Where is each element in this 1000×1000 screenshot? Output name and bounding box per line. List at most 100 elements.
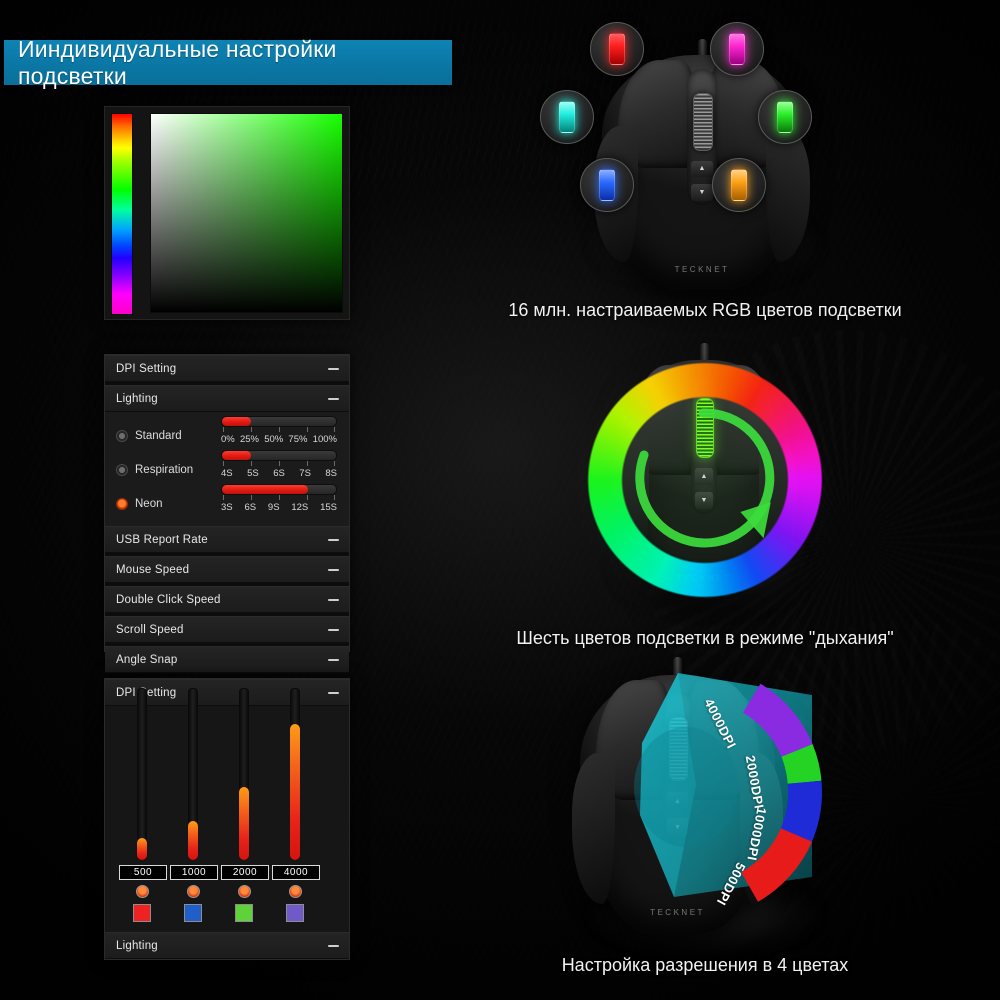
mode-label-standard: Standard xyxy=(135,430,182,442)
radio-respiration[interactable] xyxy=(116,464,128,476)
settings-row-dpi-setting[interactable]: DPI Setting xyxy=(105,355,349,382)
row-label: DPI Setting xyxy=(116,362,177,375)
dpi-fill xyxy=(290,724,300,860)
dpi-arc xyxy=(741,683,823,902)
mode-label-respiration: Respiration xyxy=(135,464,194,476)
dpi-indicator-dot[interactable] xyxy=(135,885,149,898)
showcase-breathing: ▲ ▼ TECKNET xyxy=(470,330,940,630)
minus-icon[interactable] xyxy=(328,598,339,601)
dpi-color-swatch-2000[interactable] xyxy=(235,904,253,922)
led-bubble-magenta xyxy=(710,22,764,76)
dpi-value-500[interactable]: 500 xyxy=(119,865,167,880)
row-label: Mouse Speed xyxy=(116,563,190,576)
scale-tick: 25% xyxy=(239,434,259,445)
minus-icon[interactable] xyxy=(328,367,339,370)
mouse-scroll-wheel xyxy=(693,92,713,151)
minus-icon[interactable] xyxy=(328,658,339,661)
refresh-arrow-icon xyxy=(635,408,775,548)
dpi-column-1000: 1000 xyxy=(170,688,218,922)
settings-window: DPI Setting Lighting Standard 0% 25% 50% xyxy=(104,354,350,673)
dpi-window-footer-lighting[interactable]: Lighting xyxy=(105,932,349,959)
mode-row-respiration[interactable]: Respiration 4S 5S 6S 7S 8S xyxy=(105,450,349,484)
dpi-indicator-dot[interactable] xyxy=(186,885,200,898)
row-label: Angle Snap xyxy=(116,653,178,666)
settings-row-mouse-speed[interactable]: Mouse Speed xyxy=(105,556,349,583)
led-blue xyxy=(599,169,615,201)
dpi-color-swatch-500[interactable] xyxy=(133,904,151,922)
led-green xyxy=(777,101,793,133)
scale-tick: 75% xyxy=(288,434,308,445)
mouse-dpi-up-button: ▲ xyxy=(691,160,713,178)
settings-row-scroll-speed[interactable]: Scroll Speed xyxy=(105,616,349,643)
led-bubble-cyan xyxy=(540,90,594,144)
slider-fill xyxy=(222,485,308,494)
showcase-rgb-colors: ▲ ▼ TECKNET xyxy=(470,0,940,300)
scale-tick: 100% xyxy=(312,434,337,445)
row-label: USB Report Rate xyxy=(116,533,208,546)
scale-tick: 15S xyxy=(320,502,337,513)
minus-icon[interactable] xyxy=(328,691,339,694)
slider-standard[interactable] xyxy=(221,416,337,427)
scale-tick: 50% xyxy=(264,434,284,445)
lighting-section-body: Standard 0% 25% 50% 75% 100% Respiration… xyxy=(105,412,349,526)
led-bubble-red xyxy=(590,22,644,76)
minus-icon[interactable] xyxy=(328,397,339,400)
dpi-color-swatch-4000[interactable] xyxy=(286,904,304,922)
scale-tick: 12S xyxy=(291,502,309,513)
radio-neon[interactable] xyxy=(116,498,128,510)
slider-fill xyxy=(222,417,251,426)
led-cyan xyxy=(559,101,575,133)
dpi-slider-area: 500 1000 2000 4000 xyxy=(105,688,349,922)
settings-row-angle-snap[interactable]: Angle Snap xyxy=(105,646,349,673)
slider-scale-standard: 0% 25% 50% 75% 100% xyxy=(221,434,337,445)
caption-dpi: Настройка разрешения в 4 цветах xyxy=(561,955,849,975)
dpi-color-swatch-1000[interactable] xyxy=(184,904,202,922)
led-bubble-green xyxy=(758,90,812,144)
dpi-value-1000[interactable]: 1000 xyxy=(170,865,218,880)
led-red xyxy=(609,33,625,65)
settings-row-usb-report-rate[interactable]: USB Report Rate xyxy=(105,526,349,553)
scale-tick: 6S xyxy=(244,502,257,513)
slider-respiration[interactable] xyxy=(221,450,337,461)
scale-tick: 0% xyxy=(221,434,235,445)
dpi-track[interactable] xyxy=(239,688,249,860)
scale-tick: 4S xyxy=(221,468,233,479)
mode-row-standard[interactable]: Standard 0% 25% 50% 75% 100% xyxy=(105,416,349,450)
saturation-value-field[interactable] xyxy=(150,113,343,313)
page-title: Ииндивидуальные настройки подсветки xyxy=(18,35,337,89)
minus-icon[interactable] xyxy=(328,944,339,947)
slider-neon[interactable] xyxy=(221,484,337,495)
slider-scale-respiration: 4S 5S 6S 7S 8S xyxy=(221,468,337,479)
dpi-fill xyxy=(188,820,198,860)
scale-tick: 9S xyxy=(267,502,280,513)
row-label: Double Click Speed xyxy=(116,593,221,606)
dpi-track[interactable] xyxy=(188,688,198,860)
settings-row-double-click-speed[interactable]: Double Click Speed xyxy=(105,586,349,613)
settings-row-lighting[interactable]: Lighting xyxy=(105,385,349,412)
dpi-indicator-dot[interactable] xyxy=(288,885,302,898)
dpi-track[interactable] xyxy=(137,688,147,860)
page-title-bar: Ииндивидуальные настройки подсветки xyxy=(4,36,452,89)
scale-tick: 5S xyxy=(247,468,259,479)
dpi-column-500: 500 xyxy=(119,688,167,922)
mouse-dpi-down-button: ▼ xyxy=(691,184,713,201)
dpi-column-4000: 4000 xyxy=(272,688,320,922)
minus-icon[interactable] xyxy=(328,628,339,631)
dpi-value-4000[interactable]: 4000 xyxy=(272,865,320,880)
dpi-value-2000[interactable]: 2000 xyxy=(221,865,269,880)
row-label: Scroll Speed xyxy=(116,623,184,636)
dpi-track[interactable] xyxy=(290,688,300,860)
dpi-window: DPI Setting 500 1000 2000 4000 Lighting xyxy=(104,678,350,960)
scale-tick: 7S xyxy=(299,468,311,479)
scale-tick: 6S xyxy=(273,468,285,479)
hue-slider[interactable] xyxy=(111,113,133,315)
dpi-column-2000: 2000 xyxy=(221,688,269,922)
mouse-top-view: ▲ ▼ TECKNET xyxy=(594,38,810,290)
radio-standard[interactable] xyxy=(116,430,128,442)
dpi-arc-segment-4000 xyxy=(743,683,813,757)
minus-icon[interactable] xyxy=(328,568,339,571)
sv-black-layer xyxy=(151,114,342,312)
mode-row-neon[interactable]: Neon 3S 6S 9S 12S 15S xyxy=(105,484,349,518)
dpi-indicator-dot[interactable] xyxy=(237,885,251,898)
minus-icon[interactable] xyxy=(328,538,339,541)
